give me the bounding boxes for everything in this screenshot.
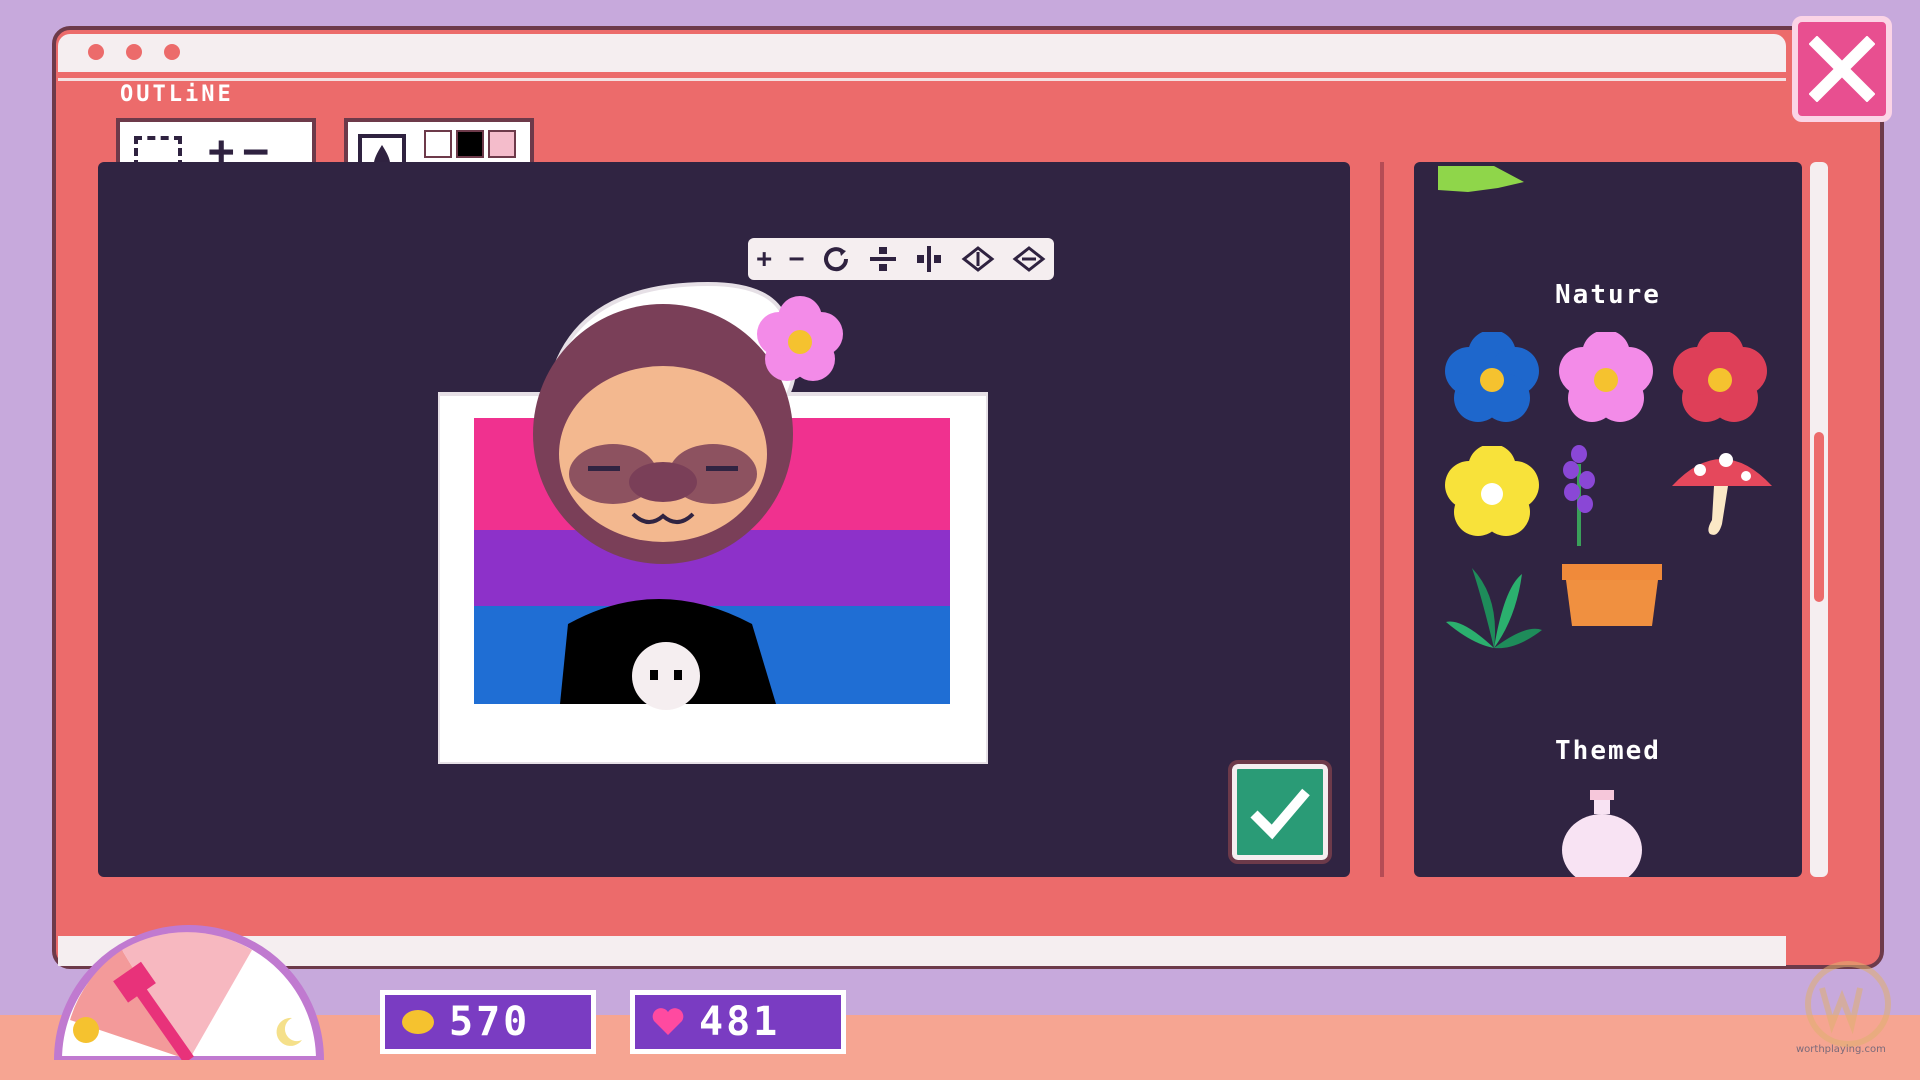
sloth-sticker[interactable] [438,274,988,764]
coin-icon [402,1010,434,1034]
coin-counter: 570 [380,990,596,1054]
pink-flower-item[interactable] [1556,332,1656,424]
window-title: OUTLiNE [120,82,234,107]
lavender-item[interactable] [1554,444,1604,548]
watermark-logo [1805,961,1891,1047]
scale-down-button[interactable]: − [789,244,805,274]
category-themed: Themed [1555,736,1661,766]
scale-up-button[interactable]: + [756,244,772,274]
window-dot-2 [126,44,142,60]
yellow-flower-item[interactable] [1442,446,1542,538]
checkmark-icon [1250,788,1310,840]
close-icon [1809,36,1875,102]
blue-flower-item[interactable] [1442,332,1542,424]
close-button[interactable] [1792,16,1892,122]
planter-item[interactable] [1560,562,1664,630]
skull-eye-left [650,670,658,680]
flip-horizontal-icon[interactable] [914,244,944,274]
rotate-icon[interactable] [821,244,851,274]
layer-up-icon[interactable] [961,244,995,274]
coin-count: 570 [449,999,531,1045]
leaves-item[interactable] [1442,558,1546,652]
skull-pin [632,642,700,710]
heart-count: 481 [699,999,781,1045]
sloth-nose [629,462,697,502]
watermark-text: worthplaying.com [1796,1044,1886,1055]
window-dot-3 [164,44,180,60]
title-bar [58,34,1786,72]
confirm-button[interactable] [1228,760,1332,864]
potion-bottle-item[interactable] [1560,788,1644,877]
palette-swatch[interactable] [456,130,484,158]
flip-vertical-icon[interactable] [868,244,898,274]
eye-left [588,466,620,471]
skull-eye-right [674,670,682,680]
palette-swatch[interactable] [488,130,516,158]
mushroom-item[interactable] [1670,446,1774,542]
heart-icon [652,1008,684,1035]
category-nature: Nature [1555,280,1661,310]
dinosaur-tail-item[interactable] [1438,162,1528,202]
scrollbar-thumb[interactable] [1814,432,1824,602]
heart-counter: 481 [630,990,846,1054]
eye-right [706,466,738,471]
palette-swatch[interactable] [424,130,452,158]
library-scrollbar[interactable] [1810,162,1828,877]
sun-icon [73,1017,99,1043]
panel-divider [1380,162,1384,877]
sticker-library-panel: Nature Themed [1414,162,1802,877]
layer-down-icon[interactable] [1012,244,1046,274]
header-line [58,78,1786,81]
day-night-gauge [53,925,325,1060]
window-dot-1 [88,44,104,60]
red-flower-item[interactable] [1670,332,1770,424]
